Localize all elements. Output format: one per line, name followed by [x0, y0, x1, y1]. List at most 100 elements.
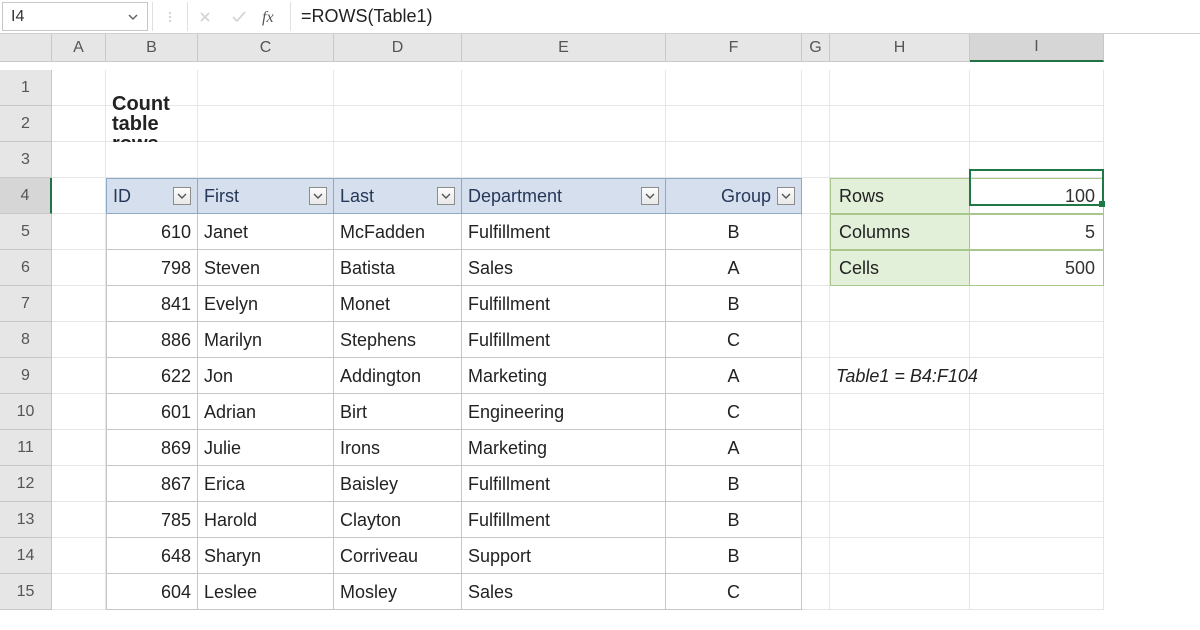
- row-header-5[interactable]: 5: [0, 214, 52, 250]
- cell-I12[interactable]: [970, 466, 1104, 502]
- table-header-first[interactable]: First: [198, 178, 334, 214]
- row-header-6[interactable]: 6: [0, 250, 52, 286]
- column-header-G[interactable]: G: [802, 34, 830, 62]
- cell-id[interactable]: 622: [106, 358, 198, 394]
- cell-E1[interactable]: [462, 70, 666, 106]
- cell-first[interactable]: Leslee: [198, 574, 334, 610]
- cell-F1[interactable]: [666, 70, 802, 106]
- filter-dropdown-icon[interactable]: [173, 187, 191, 205]
- cell-department[interactable]: Marketing: [462, 358, 666, 394]
- cell-first[interactable]: Harold: [198, 502, 334, 538]
- cell-H14[interactable]: [830, 538, 970, 574]
- cell-last[interactable]: Irons: [334, 430, 462, 466]
- cell-G13[interactable]: [802, 502, 830, 538]
- cell-id[interactable]: 601: [106, 394, 198, 430]
- cell-I8[interactable]: [970, 322, 1104, 358]
- cell-last[interactable]: Birt: [334, 394, 462, 430]
- cell-id[interactable]: 841: [106, 286, 198, 322]
- name-box[interactable]: I4: [2, 2, 148, 31]
- cell-group[interactable]: C: [666, 394, 802, 430]
- cell-first[interactable]: Jon: [198, 358, 334, 394]
- cell-A10[interactable]: [52, 394, 106, 430]
- row-header-8[interactable]: 8: [0, 322, 52, 358]
- cell-group[interactable]: A: [666, 358, 802, 394]
- summary-rows-label[interactable]: Rows: [830, 178, 970, 214]
- cell-A8[interactable]: [52, 322, 106, 358]
- summary-rows-value[interactable]: 100: [970, 178, 1104, 214]
- cell-id[interactable]: 648: [106, 538, 198, 574]
- cell-A13[interactable]: [52, 502, 106, 538]
- filter-dropdown-icon[interactable]: [437, 187, 455, 205]
- cell-A15[interactable]: [52, 574, 106, 610]
- table-range-note[interactable]: Table1 = B4:F104: [830, 358, 970, 394]
- cell-H10[interactable]: [830, 394, 970, 430]
- row-header-13[interactable]: 13: [0, 502, 52, 538]
- cell-F2[interactable]: [666, 106, 802, 142]
- cell-A6[interactable]: [52, 250, 106, 286]
- cell-C2[interactable]: [198, 106, 334, 142]
- row-header-4[interactable]: 4: [0, 178, 52, 214]
- cell-I1[interactable]: [970, 70, 1104, 106]
- cell-last[interactable]: Batista: [334, 250, 462, 286]
- cell-group[interactable]: A: [666, 430, 802, 466]
- cell-H13[interactable]: [830, 502, 970, 538]
- cell-first[interactable]: Erica: [198, 466, 334, 502]
- cell-department[interactable]: Fulfillment: [462, 214, 666, 250]
- select-all-corner[interactable]: [0, 34, 52, 62]
- cell-id[interactable]: 785: [106, 502, 198, 538]
- cell-H12[interactable]: [830, 466, 970, 502]
- cell-department[interactable]: Fulfillment: [462, 502, 666, 538]
- column-header-A[interactable]: A: [52, 34, 106, 62]
- cell-G10[interactable]: [802, 394, 830, 430]
- cell-I3[interactable]: [970, 142, 1104, 178]
- row-header-10[interactable]: 10: [0, 394, 52, 430]
- enter-icon[interactable]: [222, 0, 256, 33]
- row-header-9[interactable]: 9: [0, 358, 52, 394]
- table-header-last[interactable]: Last: [334, 178, 462, 214]
- cell-department[interactable]: Sales: [462, 250, 666, 286]
- cell-I10[interactable]: [970, 394, 1104, 430]
- cell-group[interactable]: B: [666, 538, 802, 574]
- cell-I13[interactable]: [970, 502, 1104, 538]
- cell-G8[interactable]: [802, 322, 830, 358]
- cell-G9[interactable]: [802, 358, 830, 394]
- cell-D1[interactable]: [334, 70, 462, 106]
- cell-department[interactable]: Engineering: [462, 394, 666, 430]
- column-header-F[interactable]: F: [666, 34, 802, 62]
- cell-last[interactable]: Mosley: [334, 574, 462, 610]
- cell-id[interactable]: 610: [106, 214, 198, 250]
- cell-H8[interactable]: [830, 322, 970, 358]
- cell-E2[interactable]: [462, 106, 666, 142]
- cell-C3[interactable]: [198, 142, 334, 178]
- cell-department[interactable]: Marketing: [462, 430, 666, 466]
- row-header-7[interactable]: 7: [0, 286, 52, 322]
- cell-first[interactable]: Evelyn: [198, 286, 334, 322]
- cell-H1[interactable]: [830, 70, 970, 106]
- cell-id[interactable]: 886: [106, 322, 198, 358]
- cell-id[interactable]: 604: [106, 574, 198, 610]
- summary-cells-value[interactable]: 500: [970, 250, 1104, 286]
- column-header-C[interactable]: C: [198, 34, 334, 62]
- cell-first[interactable]: Adrian: [198, 394, 334, 430]
- cell-last[interactable]: Baisley: [334, 466, 462, 502]
- cell-A14[interactable]: [52, 538, 106, 574]
- cell-last[interactable]: Clayton: [334, 502, 462, 538]
- cell-first[interactable]: Julie: [198, 430, 334, 466]
- cell-last[interactable]: Stephens: [334, 322, 462, 358]
- cell-I2[interactable]: [970, 106, 1104, 142]
- cell-G11[interactable]: [802, 430, 830, 466]
- cell-G1[interactable]: [802, 70, 830, 106]
- cell-E3[interactable]: [462, 142, 666, 178]
- cell-A5[interactable]: [52, 214, 106, 250]
- filter-dropdown-icon[interactable]: [309, 187, 327, 205]
- cell-H11[interactable]: [830, 430, 970, 466]
- table-header-group[interactable]: Group: [666, 178, 802, 214]
- cell-G4[interactable]: [802, 178, 830, 214]
- cell-C1[interactable]: [198, 70, 334, 106]
- cell-G5[interactable]: [802, 214, 830, 250]
- column-header-E[interactable]: E: [462, 34, 666, 62]
- row-header-2[interactable]: 2: [0, 106, 52, 142]
- cell-D2[interactable]: [334, 106, 462, 142]
- cell-A7[interactable]: [52, 286, 106, 322]
- cell-A9[interactable]: [52, 358, 106, 394]
